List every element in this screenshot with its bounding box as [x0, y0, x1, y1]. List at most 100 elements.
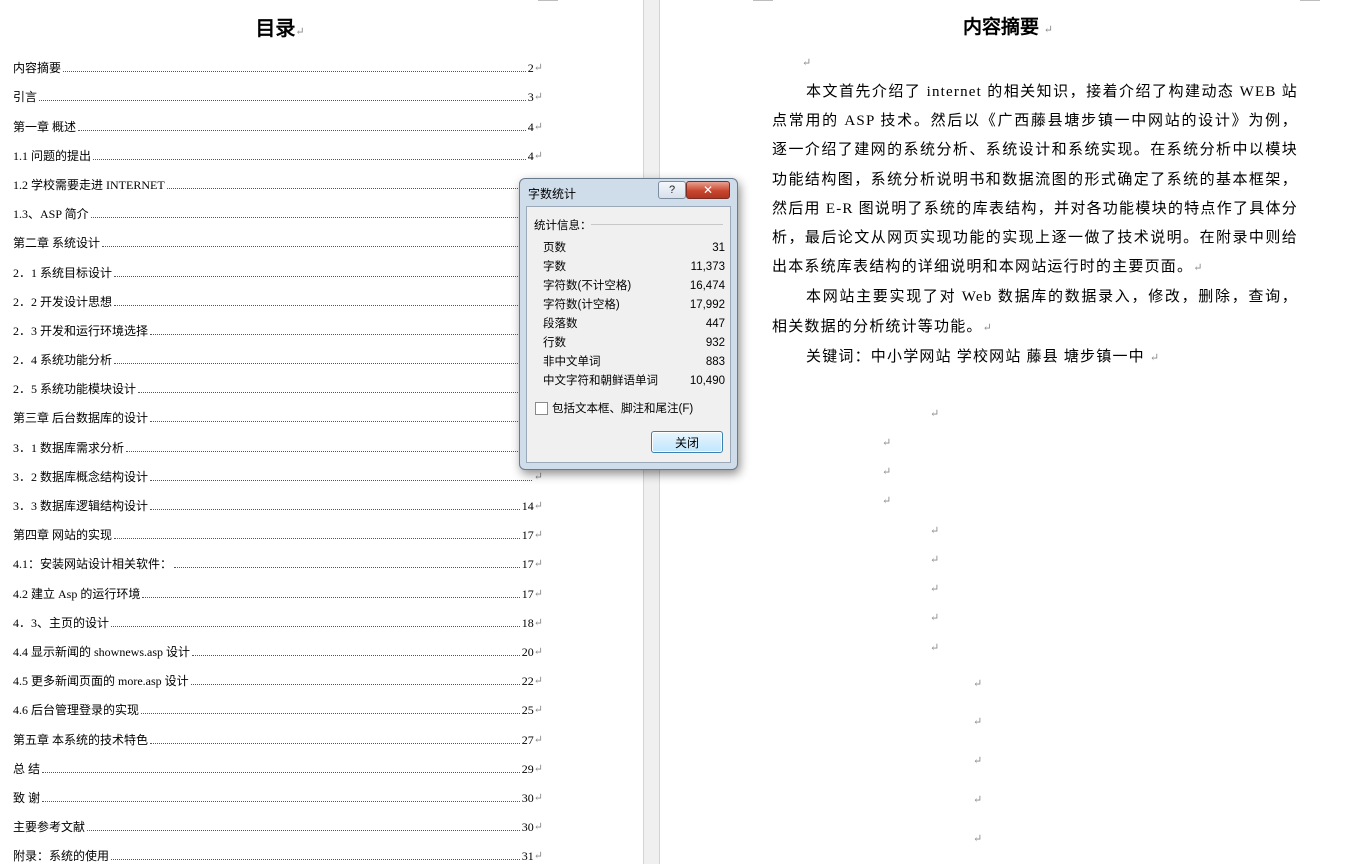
paragraph-mark: ↵: [533, 733, 543, 746]
toc-entry-text: 4．3、主页的设计: [13, 615, 110, 630]
toc-entry-text: 第三章 后台数据库的设计: [13, 411, 149, 426]
toc-leader-dots: [63, 71, 526, 73]
toc-leader-dots: [114, 538, 520, 540]
toc-leader-dots: [90, 217, 532, 219]
stat-row: 行数 932: [543, 334, 725, 353]
toc-page-number: 17: [521, 586, 534, 601]
stat-label: 中文字符和朝鲜语单词: [543, 375, 658, 387]
toc-leader-dots: [111, 625, 520, 627]
toc-entry: 2．3 开发和运行环境选择↵: [13, 312, 543, 341]
toc-entry: 第二章 系统设计↵: [13, 224, 543, 253]
divider: [591, 224, 723, 225]
toc-leader-dots: [39, 100, 526, 102]
crop-mark: [753, 0, 773, 1]
dialog-body: 统计信息： 页数 31 字数 11,373 字符数(不计空格) 16,474 字符数(计空格…: [526, 206, 731, 463]
paragraph-mark: ↵: [930, 554, 940, 566]
toc-leader-dots: [166, 187, 526, 189]
toc-entry-text: 3．2 数据库概念结构设计: [13, 469, 149, 484]
toc-entry: 总 结 29 ↵: [13, 750, 543, 779]
toc-page-number: 27: [521, 732, 534, 747]
stat-value: 17,992: [689, 299, 725, 311]
crop-mark: [538, 0, 558, 1]
close-button[interactable]: 关闭: [651, 431, 723, 453]
window-close-button[interactable]: ✕: [686, 181, 730, 199]
paragraph-mark: ↵: [533, 558, 543, 571]
stat-row: 字数 11,373: [543, 258, 725, 277]
toc-page-number: 20: [521, 644, 534, 659]
toc-entry: 第一章 概述 4 ↵: [13, 107, 543, 136]
word-count-dialog: 字数统计 ? ✕ 统计信息： 页数 31 字数 11,373 字符数(不计空格) 16,4…: [519, 178, 738, 470]
toc-entry: 内容摘要 2 ↵: [13, 49, 543, 78]
stat-row: 段落数 447: [543, 315, 725, 334]
toc-leader-dots: [102, 246, 532, 248]
toc-entry-text: 2．4 系统功能分析: [13, 353, 113, 368]
toc-entry-text: 附录：系统的使用: [13, 849, 110, 864]
stats-list: 页数 31 字数 11,373 字符数(不计空格) 16,474 字符数(计空格) 17,99…: [543, 239, 725, 391]
abstract-paragraph: 本文首先介绍了 internet 的相关知识，接着介绍了构建动态 WEB 站点常…: [772, 84, 1298, 276]
paragraph-mark: ↵: [533, 821, 543, 834]
include-textboxes-checkbox[interactable]: [535, 401, 548, 415]
toc-leader-dots: [150, 421, 532, 423]
toc-entry-text: 2．5 系统功能模块设计: [13, 382, 137, 397]
toc-entry: 2．4 系统功能分析↵: [13, 341, 543, 370]
stat-label: 行数: [543, 337, 566, 349]
toc-entry: 2．1 系统目标设计↵: [13, 253, 543, 282]
toc-page-number: 14: [521, 499, 534, 513]
toc-leader-dots: [190, 684, 520, 686]
paragraph-mark: ↵: [930, 408, 940, 420]
paragraph-mark: ↵: [973, 794, 983, 806]
toc-entry-text: 4.6 后台管理登录的实现: [13, 703, 140, 718]
crop-mark: [1300, 0, 1320, 1]
stat-value: 10,490: [689, 375, 725, 387]
toc-entry: 致 谢 30 ↵: [13, 779, 543, 808]
toc-entry: 3．1 数据库需求分析↵: [13, 428, 543, 457]
paragraph-mark: ↵: [973, 716, 983, 728]
toc-entry-text: 第五章 本系统的技术特色: [13, 732, 149, 747]
toc-entry: 1.3、ASP 简介↵: [13, 195, 543, 224]
toc-entry-text: 第二章 系统设计: [13, 236, 101, 251]
toc-title: 目录↵: [255, 18, 305, 40]
stat-value: 883: [705, 356, 725, 368]
dialog-title: 字数统计: [528, 187, 577, 201]
stat-value: 932: [705, 337, 725, 349]
paragraph-mark: ↵: [533, 791, 543, 804]
toc-entry-text: 4.4 显示新闻的 shownews.asp 设计: [13, 644, 190, 659]
stat-value: 11,373: [690, 261, 725, 273]
toc-entry-text: 引言: [13, 90, 38, 105]
paragraph-mark: ↵: [533, 500, 543, 512]
toc-entry-text: 2．1 系统目标设计: [13, 265, 113, 280]
toc-entry: 第五章 本系统的技术特色 27 ↵: [13, 720, 543, 749]
stat-row: 字符数(不计空格) 16,474: [543, 277, 725, 296]
toc-entry-text: 第一章 概述: [13, 119, 77, 134]
paragraph-mark: ↵: [930, 612, 940, 624]
toc-entry: 主要参考文献 30 ↵: [13, 808, 543, 837]
toc-leader-dots: [150, 333, 532, 335]
toc-leader-dots: [138, 392, 532, 394]
toc-entry: 4．3、主页的设计 18 ↵: [13, 604, 543, 633]
toc-page-number: 30: [521, 820, 534, 835]
toc-entry-text: 致 谢: [13, 790, 41, 805]
toc-entry: 2．2 开发设计思想↵: [13, 283, 543, 312]
paragraph-mark: ↵: [973, 678, 983, 690]
toc-leader-dots: [142, 596, 520, 598]
toc-leader-dots: [114, 275, 532, 277]
stat-value: 31: [712, 242, 725, 254]
toc-leader-dots: [141, 713, 520, 715]
abstract-title: 内容摘要 ↵: [963, 17, 1053, 38]
toc-entry: 4.2 建立 Asp 的运行环境 17 ↵: [13, 574, 543, 603]
toc-leader-dots: [78, 129, 526, 131]
paragraph-mark: ↵: [533, 587, 543, 600]
document-page-abstract: 内容摘要 ↵ ↵ 本文首先介绍了 internet 的相关知识，接着介绍了构建动…: [660, 0, 1356, 864]
include-textboxes-option[interactable]: 包括文本框、脚注和尾注(F): [535, 400, 693, 416]
paragraph-mark: ↵: [533, 675, 543, 688]
stat-label: 字符数(计空格): [543, 299, 620, 311]
toc-entry-text: 主要参考文献: [13, 820, 86, 835]
toc-page-number: 18: [521, 615, 534, 630]
help-button[interactable]: ?: [658, 181, 686, 199]
toc-entry-text: 4.2 建立 Asp 的运行环境: [13, 586, 141, 601]
toc-leader-dots: [87, 830, 520, 832]
toc-entry-text: 3．1 数据库需求分析: [13, 440, 125, 455]
toc-entry-text: 1.1 问题的提出: [13, 148, 92, 163]
stat-value: 16,474: [689, 280, 725, 292]
paragraph-mark: ↵: [533, 616, 543, 629]
